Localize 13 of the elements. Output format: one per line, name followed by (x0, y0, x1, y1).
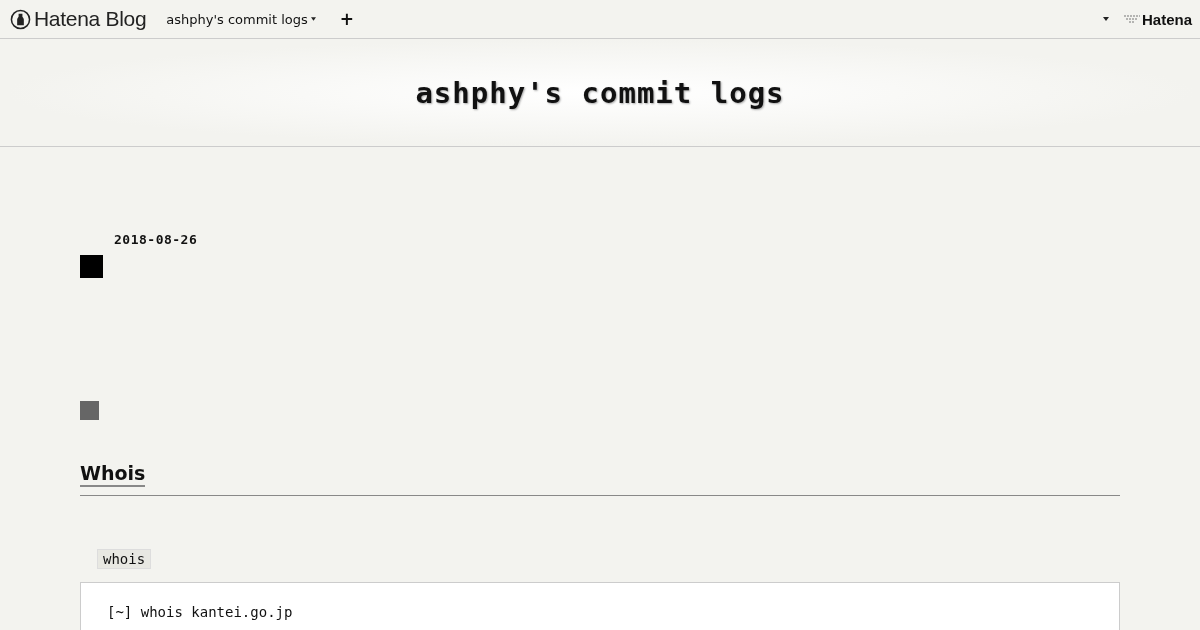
hatena-blog-logo[interactable]: Hatena Blog (10, 7, 147, 31)
blog-menu[interactable]: ashphy's commit logs (166, 11, 316, 27)
add-button[interactable]: + (339, 9, 355, 29)
inline-code: whois (97, 549, 152, 569)
caret-icon[interactable] (1102, 17, 1109, 21)
hatena-logo[interactable]: Hatena (1122, 10, 1192, 28)
square-mark (80, 401, 99, 420)
caret-icon (310, 17, 316, 21)
entry-date[interactable]: 2018-08-26 (114, 232, 1120, 247)
blog-title[interactable]: ashphy's commit logs (415, 75, 785, 110)
section-heading: Whois (80, 462, 146, 487)
square-mark (80, 255, 103, 278)
code-line: [~] whois kantei.go.jp (107, 604, 294, 620)
